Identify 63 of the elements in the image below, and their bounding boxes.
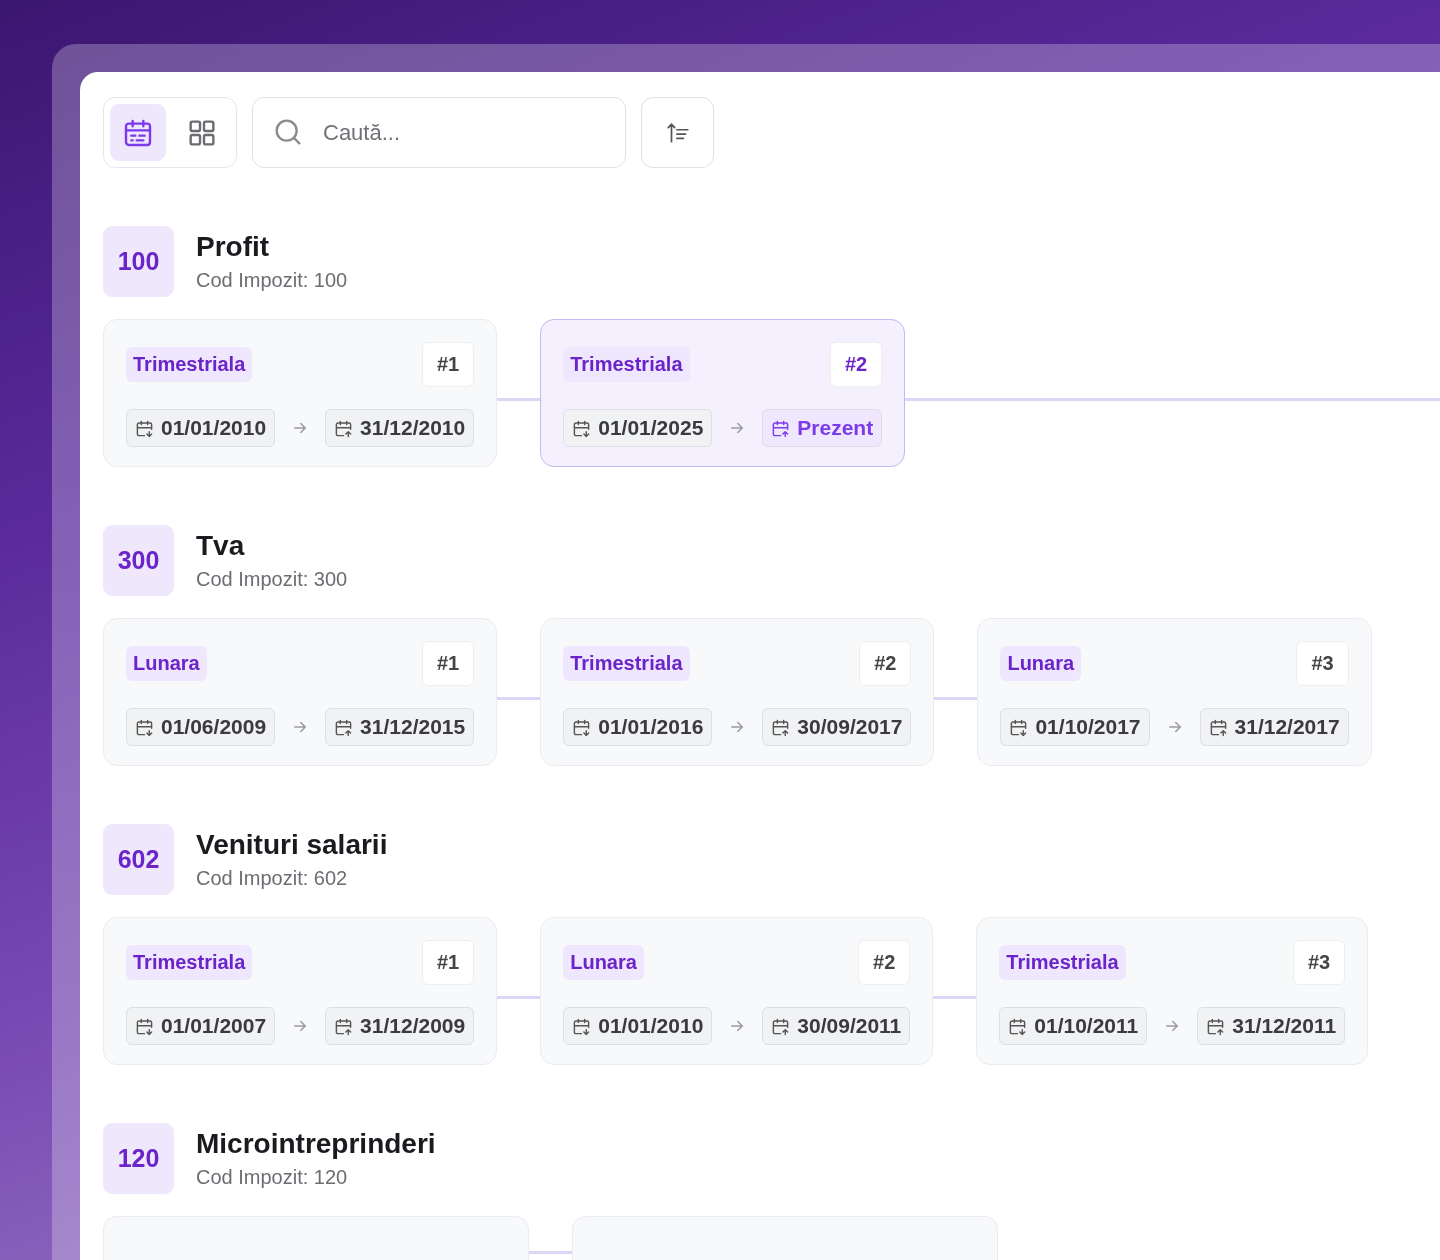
section-title: Microintreprinderi: [196, 1128, 436, 1160]
calendar-down-icon: [1009, 717, 1029, 737]
end-date: 31/12/2009: [325, 1007, 475, 1045]
period-type-tag: Trimestriala: [563, 646, 690, 681]
period-number: #2: [829, 342, 883, 387]
calendar-up-icon: [771, 717, 791, 737]
calendar-up-icon: [334, 717, 354, 737]
section-title: Profit: [196, 231, 271, 263]
period-type-tag: Lunara: [1000, 646, 1082, 681]
end-date: 31/12/2015: [325, 708, 475, 746]
period-type-tag: Trimestriala: [126, 347, 253, 382]
calendar-down-icon: [572, 418, 592, 438]
start-date: 01/06/2009: [126, 708, 276, 746]
calendar-down-icon: [135, 418, 154, 438]
calendar-down-icon: [572, 717, 592, 737]
calendar-view-button[interactable]: [110, 104, 166, 161]
period-type-tag: Trimestriala: [126, 945, 253, 980]
calendar-down-icon: [1008, 1016, 1028, 1036]
section-subtitle: Cod Impozit: 602: [196, 867, 349, 890]
start-date: 01/01/2007: [126, 1007, 276, 1045]
tax-code-badge: 602: [103, 824, 174, 895]
calendar-up-icon: [1208, 717, 1228, 737]
end-date: 31/12/2011: [1197, 1007, 1346, 1045]
start-date: 01/01/2010: [563, 1007, 713, 1045]
start-date: 01/01/2010: [126, 409, 276, 447]
section-title: Venituri salarii: [196, 829, 388, 861]
period-number: #1: [421, 940, 475, 985]
calendar-up-icon: [771, 1016, 791, 1036]
calendar-up-icon: [771, 418, 791, 438]
period-number: #2: [858, 940, 911, 985]
section-title: Tva: [196, 530, 246, 562]
calendar-up-icon: [1206, 1016, 1226, 1036]
end-date: 30/09/2017: [762, 708, 912, 746]
tax-code-badge: 100: [103, 226, 174, 297]
end-date: Prezent: [762, 409, 883, 447]
tax-code-badge: 300: [103, 525, 174, 596]
end-date: 30/09/2011: [762, 1007, 911, 1045]
section-subtitle: Cod Impozit: 120: [196, 1166, 349, 1189]
tax-code-badge: 120: [103, 1123, 174, 1194]
calendar-up-icon: [334, 1016, 354, 1036]
search-field[interactable]: Caută...: [252, 97, 626, 168]
period-type-tag: Trimestriala: [563, 347, 690, 382]
period-type-tag: Lunara: [126, 646, 207, 681]
search-icon: [272, 116, 304, 148]
calendar-down-icon: [572, 1016, 592, 1036]
calendar-down-icon: [135, 717, 154, 737]
calendar-up-icon: [334, 418, 354, 438]
period-number: #3: [1296, 641, 1349, 686]
start-date: 01/10/2017: [1000, 708, 1150, 746]
calendar-down-icon: [135, 1016, 154, 1036]
period-number: #3: [1292, 940, 1346, 985]
start-date: 01/01/2025: [563, 409, 713, 447]
end-date: 31/12/2010: [325, 409, 475, 447]
period-number: #1: [421, 641, 475, 686]
period-type-tag: Trimestriala: [999, 945, 1126, 980]
start-date: 01/10/2011: [999, 1007, 1148, 1045]
period-type-tag: Lunara: [563, 945, 644, 980]
end-date: 31/12/2017: [1199, 708, 1349, 746]
start-date: 01/01/2016: [563, 708, 713, 746]
period-number: #2: [859, 641, 912, 686]
section-subtitle: Cod Impozit: 100: [196, 269, 348, 292]
section-subtitle: Cod Impozit: 300: [196, 568, 348, 591]
period-number: #1: [421, 342, 475, 387]
